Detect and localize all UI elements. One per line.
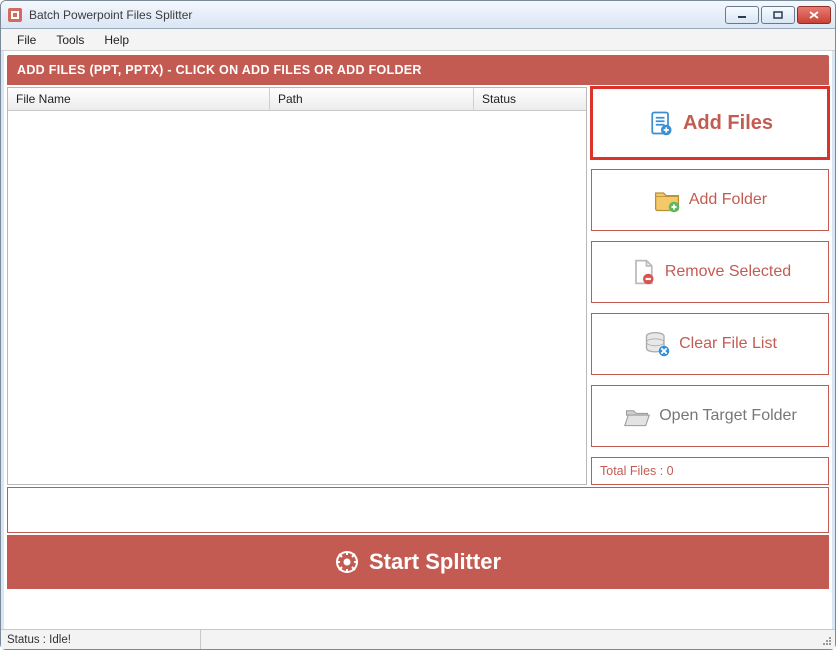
main-row: File Name Path Status Add Files [7, 87, 829, 485]
app-icon [7, 7, 23, 23]
maximize-button[interactable] [761, 6, 795, 24]
menu-file[interactable]: File [9, 31, 44, 49]
column-header-status[interactable]: Status [474, 88, 586, 110]
add-folder-button[interactable]: Add Folder [591, 169, 829, 231]
statusbar: Status : Idle! [1, 629, 835, 649]
section-header: ADD FILES (PPT, PPTX) - CLICK ON ADD FIL… [7, 55, 829, 85]
minimize-button[interactable] [725, 6, 759, 24]
file-list[interactable]: File Name Path Status [7, 87, 587, 485]
side-panel: Add Files Add Folder Remove Selected [591, 87, 829, 485]
remove-selected-label: Remove Selected [665, 263, 791, 281]
resize-grip-icon[interactable] [817, 630, 835, 649]
titlebar: Batch Powerpoint Files Splitter [1, 1, 835, 29]
menu-help[interactable]: Help [96, 31, 137, 49]
add-files-button[interactable]: Add Files [591, 87, 829, 159]
list-body[interactable] [8, 111, 586, 484]
open-target-button[interactable]: Open Target Folder [591, 385, 829, 447]
list-header: File Name Path Status [8, 88, 586, 111]
document-add-icon [647, 109, 675, 137]
clear-list-label: Clear File List [679, 335, 777, 353]
menubar: File Tools Help [1, 29, 835, 51]
add-files-label: Add Files [683, 112, 773, 135]
close-button[interactable] [797, 6, 831, 24]
column-header-filename[interactable]: File Name [8, 88, 270, 110]
gear-icon [335, 550, 359, 574]
column-header-path[interactable]: Path [270, 88, 474, 110]
app-window: Batch Powerpoint Files Splitter File Too… [0, 0, 836, 650]
open-target-label: Open Target Folder [659, 407, 797, 425]
middle-panel [7, 487, 829, 533]
folder-open-icon [623, 402, 651, 430]
folder-add-icon [653, 186, 681, 214]
status-text: Status : Idle! [1, 630, 201, 649]
client-area: ADD FILES (PPT, PPTX) - CLICK ON ADD FIL… [1, 51, 835, 629]
window-title: Batch Powerpoint Files Splitter [29, 8, 192, 22]
start-label: Start Splitter [369, 549, 501, 575]
clear-list-button[interactable]: Clear File List [591, 313, 829, 375]
add-folder-label: Add Folder [689, 191, 767, 209]
document-remove-icon [629, 258, 657, 286]
total-files-label: Total Files : 0 [591, 457, 829, 485]
remove-selected-button[interactable]: Remove Selected [591, 241, 829, 303]
start-splitter-button[interactable]: Start Splitter [7, 535, 829, 589]
database-clear-icon [643, 330, 671, 358]
menu-tools[interactable]: Tools [48, 31, 92, 49]
